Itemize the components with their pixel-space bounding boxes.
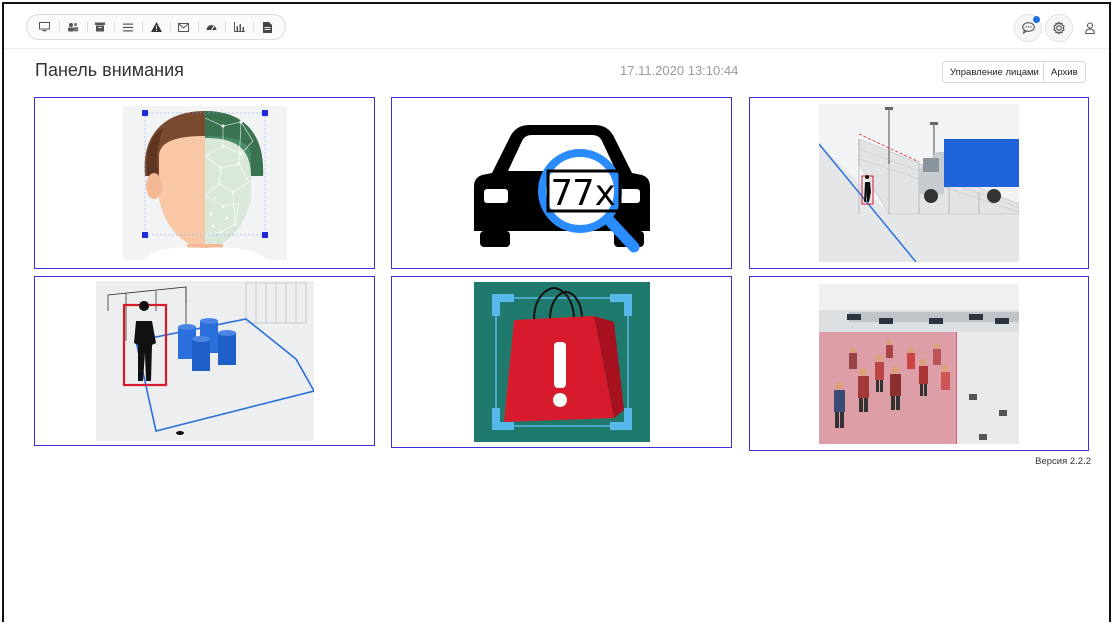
page-title: Панель внимания [35,60,184,80]
tile-license-plate[interactable]: 77x [391,97,732,269]
monitor-icon[interactable] [31,17,59,37]
user-button[interactable] [1076,14,1104,42]
timestamp: 17.11.2020 13:10:44 [620,63,739,78]
user-icon [1085,22,1095,34]
notification-dot [1033,16,1040,23]
gear-icon [1053,21,1065,35]
warning-icon[interactable] [142,17,170,37]
zone-intrusion-image [95,281,314,441]
license-plate-image: 77x [473,125,650,253]
chart-icon[interactable] [225,17,253,37]
users-icon[interactable] [58,17,87,37]
settings-button[interactable] [1045,14,1073,42]
tile-abandoned-object[interactable] [391,276,732,448]
dashboard-icon[interactable] [197,17,226,37]
version-label: Версия 2.2.2 [1035,456,1091,467]
main-toolbar [26,14,286,40]
perimeter-image [819,104,1019,262]
tile-perimeter-intrusion[interactable] [749,97,1089,269]
header-divider [4,48,1109,49]
archive-button[interactable]: Архив [1043,61,1086,83]
chat-button[interactable] [1014,14,1042,42]
mail-icon[interactable] [169,17,198,37]
document-icon[interactable] [253,17,281,37]
tile-face-recognition[interactable] [34,97,375,269]
face-recognition-image [122,106,287,260]
crowd-detection-image [819,283,1019,444]
abandoned-object-image [473,282,650,442]
chat-icon [1021,22,1035,34]
tile-zone-intrusion[interactable] [34,276,375,446]
archive-box-icon[interactable] [86,17,115,37]
list-icon[interactable] [114,17,142,37]
plate-text: 77x [551,173,616,214]
tile-crowd-detection[interactable] [749,276,1089,451]
manage-faces-button[interactable]: Управление лицами [942,61,1047,83]
